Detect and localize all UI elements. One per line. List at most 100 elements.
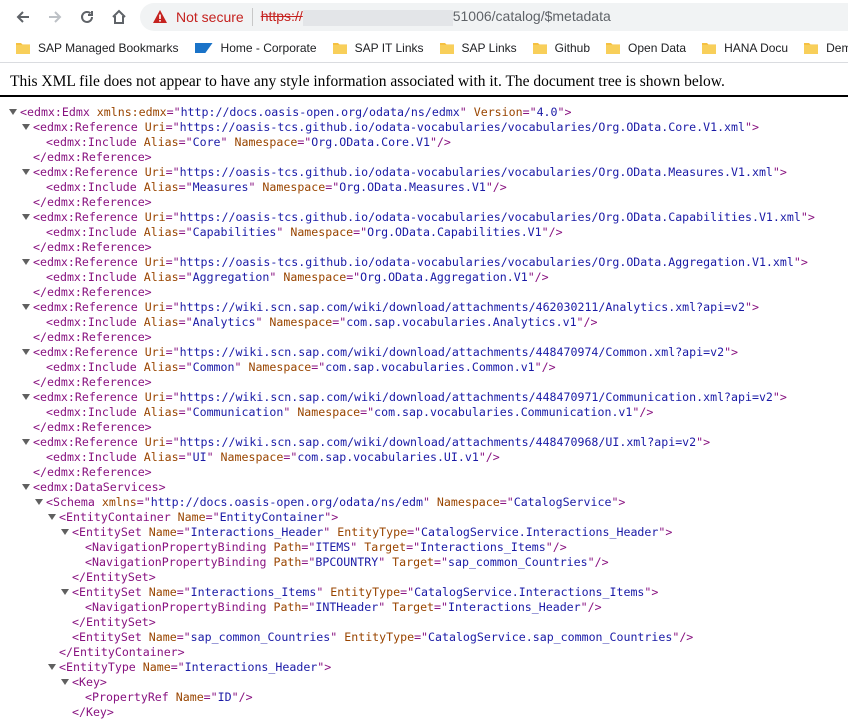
xml-line: <edmx:Edmx xmlns:edmx="http://docs.oasis… [0,105,848,120]
xml-tag: <EntitySet [72,630,149,644]
xml-tag: =" [434,555,449,569]
bookmark-item[interactable]: SAP Links [439,41,517,55]
warning-icon [153,10,167,23]
collapse-triangle-icon[interactable] [22,484,30,490]
reload-icon [81,10,93,23]
xml-tag: <NavigationPropertyBinding [85,600,274,614]
xml-val: CatalogService.sap_common_Countries [428,630,673,644]
xml-attr: Namespace [262,180,326,194]
collapse-triangle-icon[interactable] [22,394,30,400]
collapse-triangle-icon[interactable] [22,439,30,445]
xml-tag: =" [178,315,193,329]
collapse-triangle-icon[interactable] [22,259,30,265]
xml-line: <EntityType Name="Interactions_Header"> [0,660,848,675]
xml-line: </edmx:Reference> [0,330,848,345]
bookmark-item[interactable]: Open Data [606,41,686,55]
xml-tag: "> [745,120,759,134]
collapse-triangle-icon[interactable] [61,679,69,685]
folder-icon [439,42,454,54]
xml-val: http://docs.oasis-open.org/odata/ns/edmx [180,105,460,119]
xml-tag: "> [611,495,626,509]
collapse-triangle-icon[interactable] [22,124,30,130]
xml-val: sap_common_Countries [190,630,331,644]
xml-tag: =" [360,405,375,419]
xml-tag: </edmx:Reference> [33,330,152,344]
bookmark-item[interactable]: SAP Managed Bookmarks [16,41,179,55]
xml-tag: "/> [485,180,507,194]
bookmark-item[interactable]: SAP IT Links [332,41,424,55]
forward-button[interactable] [40,2,70,32]
xml-val: com.sap.vocabularies.UI.v1 [297,450,479,464]
collapse-triangle-icon[interactable] [22,349,30,355]
address-bar[interactable]: Not secure https:// 51006/catalog/$metada… [140,3,848,31]
xml-tag: "/> [541,225,563,239]
collapse-triangle-icon[interactable] [22,304,30,310]
xml-tag: <edmx:Reference [33,165,145,179]
xml-tag: "> [644,585,659,599]
xml-val: Aggregation [192,270,270,284]
bookmarks-bar: SAP Managed Bookmarks Home - Corporate SAP… [0,34,848,63]
xml-attr: Name [175,690,204,704]
browser-toolbar: Not secure https:// 51006/catalog/$metada… [0,0,848,34]
xml-tag: "/> [576,315,598,329]
xml-attr: Target [364,540,407,554]
xml-val: Analytics [192,315,256,329]
collapse-triangle-icon[interactable] [48,664,56,670]
xml-tag: " [422,495,437,509]
xml-attr: Alias [143,450,179,464]
sap-logo-icon [194,43,213,53]
xml-line: <edmx:Include Alias="Capabilities" Names… [0,225,848,240]
xml-tag: <edmx:Reference [33,345,145,359]
collapse-triangle-icon[interactable] [61,529,69,535]
xml-val: http://docs.oasis-open.org/odata/ns/edm [150,495,423,509]
xml-tag: =" [165,435,180,449]
xml-val: CatalogService.Interactions_Items [414,585,645,599]
bookmark-item[interactable]: Home - Corporate [194,41,317,55]
reload-button[interactable] [72,2,102,32]
home-button[interactable] [104,2,134,32]
xml-tag: <edmx:Reference [33,210,145,224]
xml-tag: =" [434,600,449,614]
xml-line: <edmx:Include Alias="Measures" Namespace… [0,180,848,195]
xml-tag: <edmx:Include [46,180,144,194]
xml-tag: " [316,585,331,599]
xml-val: Communication [192,405,284,419]
collapse-triangle-icon[interactable] [22,169,30,175]
url-text[interactable]: https:// 51006/catalog/$metadata [261,8,611,26]
xml-line: </edmx:Reference> [0,150,848,165]
bookmark-item[interactable]: Dem [804,41,848,55]
address-separator [251,8,253,26]
xml-line: <edmx:Reference Uri="https://oasis-tcs.g… [0,165,848,180]
collapse-triangle-icon[interactable] [61,589,69,595]
xml-val: com.sap.vocabularies.Communication.v1 [374,405,633,419]
xml-line: <edmx:Reference Uri="https://oasis-tcs.g… [0,255,848,270]
not-secure-label[interactable]: Not secure [176,9,244,25]
home-icon [112,9,126,24]
xml-tag: <edmx:Include [46,315,144,329]
xml-line: <edmx:Include Alias="Aggregation" Namesp… [0,270,848,285]
folder-icon [532,42,547,54]
collapse-triangle-icon[interactable] [9,109,17,115]
arrow-left-icon [16,11,29,23]
xml-attr: Path [273,555,302,569]
xml-attr: Name [148,585,177,599]
folder-icon [606,42,621,54]
xml-attr: Namespace [234,135,298,149]
xml-tag: =" [203,690,218,704]
bookmark-item[interactable]: HANA Docu [702,41,788,55]
collapse-triangle-icon[interactable] [22,214,30,220]
back-button[interactable] [8,2,38,32]
xml-tag: =" [332,315,347,329]
xml-tag: =" [325,180,340,194]
bookmark-item[interactable]: Github [532,41,590,55]
folder-icon [804,42,819,54]
xml-tag: " [459,105,474,119]
collapse-triangle-icon[interactable] [48,514,56,520]
xml-attr: Path [273,540,302,554]
xml-tag: <EntityContainer [59,510,178,524]
xml-tag: =" [406,540,421,554]
xml-attr: Uri [144,120,166,134]
xml-tag: " [378,600,393,614]
xml-line: <Key> [0,675,848,690]
collapse-triangle-icon[interactable] [35,499,43,505]
